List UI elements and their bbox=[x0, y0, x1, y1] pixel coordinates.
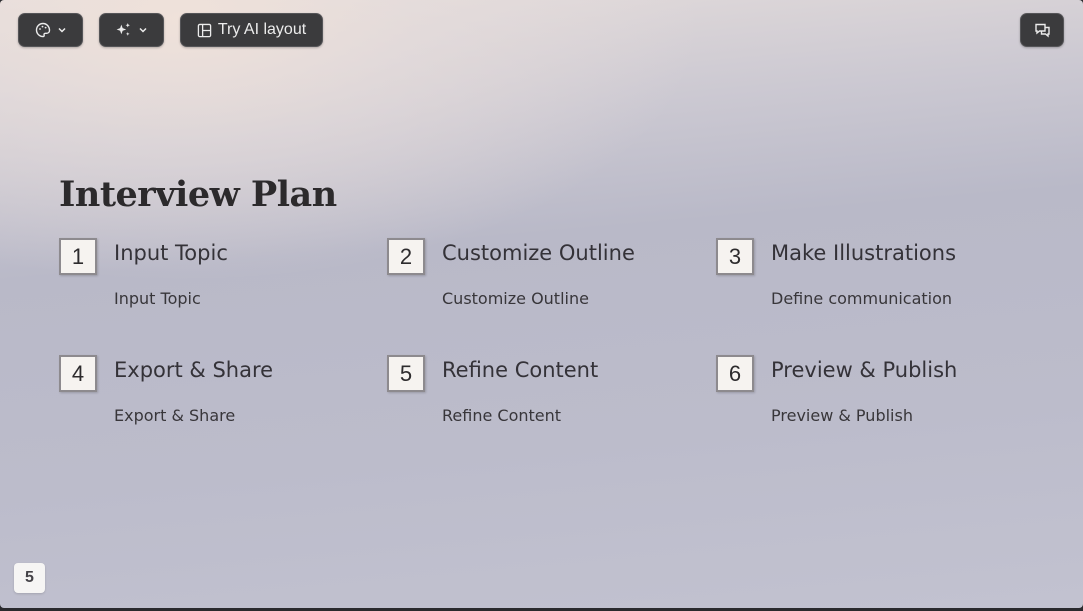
theme-button[interactable] bbox=[18, 13, 83, 47]
step-number-badge: 4 bbox=[59, 355, 97, 392]
step-number-badge: 5 bbox=[387, 355, 425, 392]
step-title: Preview & Publish bbox=[771, 358, 958, 382]
step-item: 5 Refine Content Refine Content bbox=[387, 355, 707, 445]
step-description: Export & Share bbox=[114, 406, 236, 425]
chevron-down-icon bbox=[138, 25, 148, 35]
step-number-badge: 2 bbox=[387, 238, 425, 275]
comment-icon bbox=[1034, 22, 1051, 38]
step-description: Input Topic bbox=[114, 289, 201, 308]
step-title: Make Illustrations bbox=[771, 241, 957, 265]
step-number-badge: 6 bbox=[716, 355, 754, 392]
step-item: 4 Export & Share Export & Share bbox=[59, 355, 379, 445]
palette-icon bbox=[35, 22, 51, 38]
page-number-badge[interactable]: 5 bbox=[14, 563, 45, 593]
step-title: Export & Share bbox=[114, 358, 274, 382]
sparkles-icon bbox=[115, 22, 132, 39]
step-item: 3 Make Illustrations Define communicatio… bbox=[716, 238, 1036, 328]
try-ai-layout-button[interactable]: Try AI layout bbox=[180, 13, 323, 47]
slide-title: Interview Plan bbox=[59, 174, 337, 215]
step-description: Customize Outline bbox=[442, 289, 589, 308]
chevron-down-icon bbox=[57, 25, 67, 35]
slide-canvas: Try AI layout Interview Plan 1 Input Top… bbox=[0, 0, 1083, 608]
step-number-badge: 1 bbox=[59, 238, 97, 275]
step-description: Define communication bbox=[771, 289, 953, 308]
step-item: 1 Input Topic Input Topic bbox=[59, 238, 379, 328]
step-description: Refine Content bbox=[442, 406, 562, 425]
step-title: Input Topic bbox=[114, 241, 228, 265]
step-item: 6 Preview & Publish Preview & Publish bbox=[716, 355, 1036, 445]
step-title: Refine Content bbox=[442, 358, 599, 382]
step-number-badge: 3 bbox=[716, 238, 754, 275]
layout-icon bbox=[197, 23, 212, 38]
step-description: Preview & Publish bbox=[771, 406, 913, 425]
try-ai-layout-label: Try AI layout bbox=[217, 21, 307, 38]
comments-button[interactable] bbox=[1020, 13, 1064, 47]
ai-magic-button[interactable] bbox=[99, 13, 164, 47]
step-title: Customize Outline bbox=[442, 241, 635, 265]
step-item: 2 Customize Outline Customize Outline bbox=[387, 238, 707, 328]
